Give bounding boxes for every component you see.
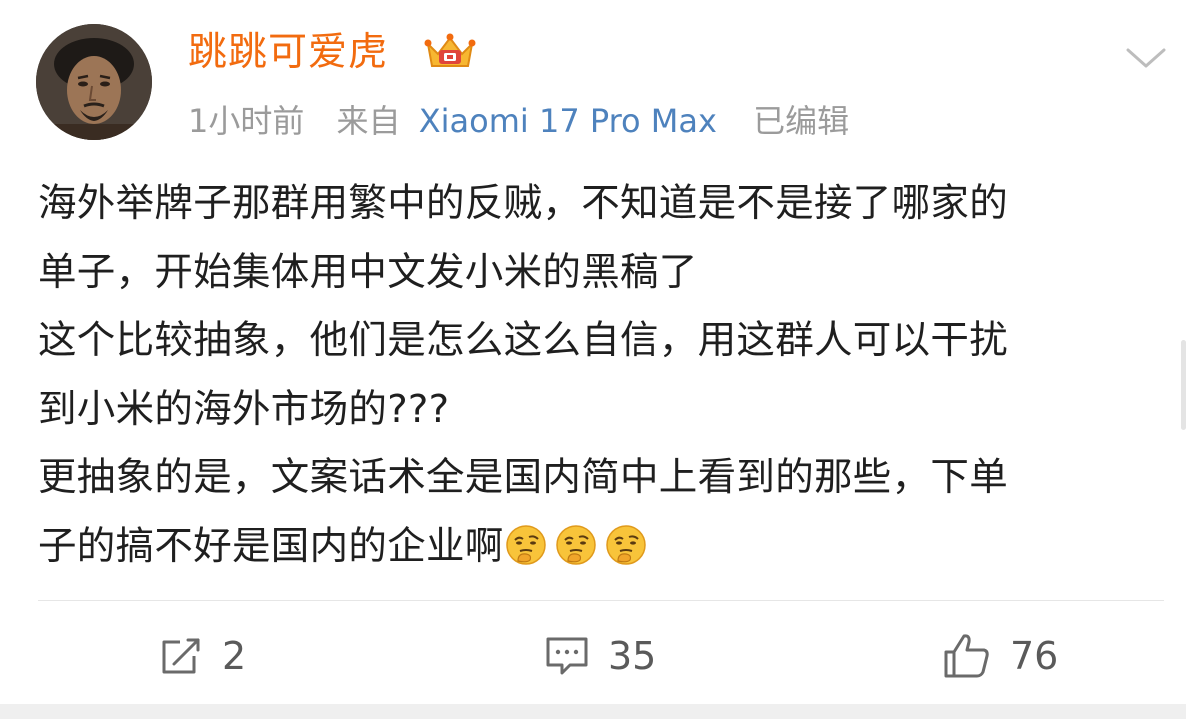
content-line: 单子，开始集体用中文发小米的黑稿了 — [38, 249, 698, 295]
scrollbar[interactable] — [1181, 340, 1186, 430]
edited-label: 已编辑 — [753, 102, 850, 140]
content-line: 海外举牌子那群用繁中的反贼，不知道是不是接了哪家的 — [38, 181, 1009, 226]
avatar[interactable] — [36, 24, 152, 140]
device-link[interactable]: Xiaomi 17 Pro Max — [419, 102, 717, 140]
repost-count: 2 — [222, 634, 247, 678]
content-line: 子的搞不好是国内的企业啊 — [38, 523, 504, 569]
bottom-separator — [0, 704, 1186, 719]
thinking-face-emoji — [505, 524, 546, 565]
comment-button[interactable]: 35 — [544, 630, 656, 682]
post-content: 海外举牌子那群用繁中的反贼，不知道是不是接了哪家的 单子，开始集体用中文发小米的… — [38, 170, 1158, 581]
source-prefix: 来自 — [336, 102, 401, 140]
like-count: 76 — [1010, 634, 1059, 678]
repost-icon — [162, 638, 200, 674]
comment-icon — [546, 637, 588, 675]
content-line-last: 子的搞不好是国内的企业啊 — [38, 513, 1158, 582]
thinking-face-emoji — [555, 524, 596, 565]
username[interactable]: 跳跳可爱虎 — [188, 28, 388, 78]
chevron-down-icon[interactable] — [1124, 42, 1168, 72]
thinking-face-emoji — [605, 524, 646, 565]
post-time: 1小时前 — [188, 102, 305, 140]
post-meta: 1小时前 来自 Xiaomi 17 Pro Max 已编辑 — [188, 98, 849, 144]
like-button[interactable]: 76 — [942, 630, 1058, 682]
avatar-image — [36, 24, 152, 140]
comment-count: 35 — [608, 634, 657, 678]
content-line: 到小米的海外市场的??? — [38, 386, 450, 432]
repost-button[interactable]: 2 — [158, 630, 246, 682]
content-line: 更抽象的是，文案话术全是国内简中上看到的那些，下单 — [38, 455, 1009, 500]
thumbs-up-icon — [944, 634, 989, 678]
divider — [38, 600, 1164, 601]
vip-crown-icon — [424, 33, 476, 67]
content-line: 这个比较抽象，他们是怎么这么自信，用这群人可以干扰 — [38, 318, 1009, 363]
